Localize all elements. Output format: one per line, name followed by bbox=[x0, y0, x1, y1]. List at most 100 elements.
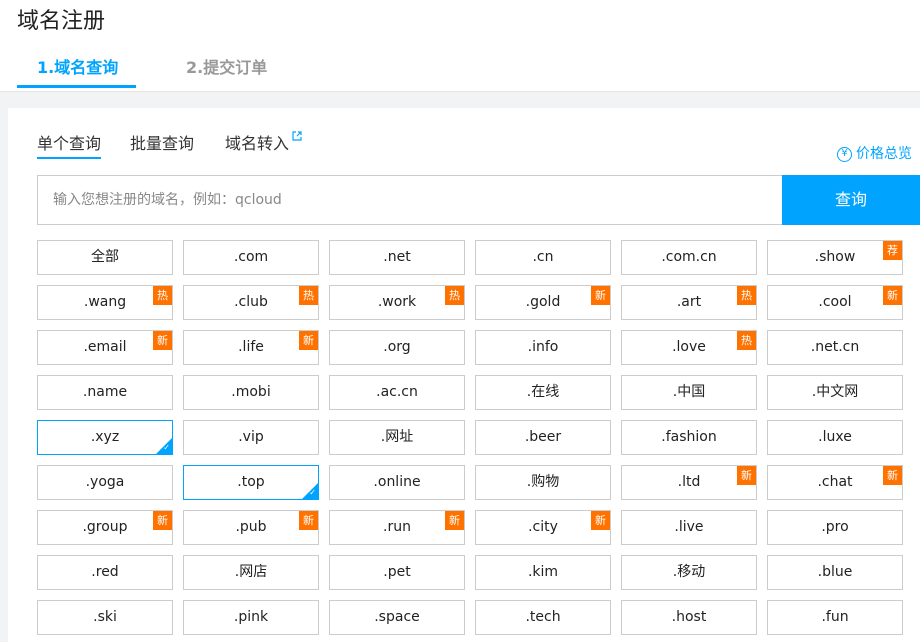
domain-option[interactable]: .life 新 bbox=[183, 330, 319, 365]
domain-option-label: .com bbox=[233, 249, 269, 265]
domain-option[interactable]: .fun bbox=[767, 600, 903, 635]
domain-option[interactable]: .run 新 bbox=[329, 510, 465, 545]
domain-option[interactable]: .email 新 bbox=[37, 330, 173, 365]
domain-option-label: .host bbox=[671, 609, 707, 625]
domain-option-label: .ski bbox=[93, 609, 117, 625]
domain-option-label: .blue bbox=[817, 564, 853, 580]
domain-option[interactable]: .tech bbox=[475, 600, 611, 635]
domain-option-label: .beer bbox=[524, 429, 562, 445]
domain-option-label: .kim bbox=[527, 564, 559, 580]
tab-single-query[interactable]: 单个查询 bbox=[37, 134, 101, 154]
domain-option-label: .wang bbox=[83, 294, 127, 310]
domain-option[interactable]: .luxe bbox=[767, 420, 903, 455]
active-tab-indicator bbox=[37, 157, 101, 159]
domain-option[interactable]: .top ✓ bbox=[183, 465, 319, 500]
domain-option-label: .网店 bbox=[234, 564, 268, 580]
domain-option[interactable]: .pro bbox=[767, 510, 903, 545]
domain-option[interactable]: .group 新 bbox=[37, 510, 173, 545]
domain-option[interactable]: .在线 bbox=[475, 375, 611, 410]
domain-option[interactable]: .中文网 bbox=[767, 375, 903, 410]
domain-option[interactable]: .art 热 bbox=[621, 285, 757, 320]
domain-option-label: .chat bbox=[817, 474, 853, 490]
tag-badge: 热 bbox=[737, 331, 756, 350]
domain-option[interactable]: .fashion bbox=[621, 420, 757, 455]
domain-option[interactable]: .love 热 bbox=[621, 330, 757, 365]
domain-option[interactable]: .vip bbox=[183, 420, 319, 455]
domain-option[interactable]: .wang 热 bbox=[37, 285, 173, 320]
domain-option-label: .fashion bbox=[661, 429, 717, 445]
domain-option[interactable]: .移动 bbox=[621, 555, 757, 590]
domain-search-input[interactable]: 输入您想注册的域名，例如：qcloud bbox=[37, 175, 782, 225]
domain-option-label: .club bbox=[234, 294, 268, 310]
domain-option[interactable]: .work 热 bbox=[329, 285, 465, 320]
domain-option[interactable]: .ltd 新 bbox=[621, 465, 757, 500]
tag-badge: 新 bbox=[299, 511, 318, 530]
step-submit-order[interactable]: 2.提交订单 bbox=[186, 58, 267, 78]
tag-badge: 新 bbox=[445, 511, 464, 530]
domain-option-label: .online bbox=[373, 474, 421, 490]
domain-option[interactable]: .show 荐 bbox=[767, 240, 903, 275]
domain-option[interactable]: .com bbox=[183, 240, 319, 275]
tag-badge: 新 bbox=[883, 286, 902, 305]
domain-option-label: .run bbox=[383, 519, 411, 535]
domain-option[interactable]: .cn bbox=[475, 240, 611, 275]
domain-option-label: .pet bbox=[383, 564, 411, 580]
domain-option-label: .vip bbox=[238, 429, 264, 445]
domain-option[interactable]: .kim bbox=[475, 555, 611, 590]
domain-option-label: .ltd bbox=[677, 474, 701, 490]
domain-option[interactable]: .购物 bbox=[475, 465, 611, 500]
search-button[interactable]: 查询 bbox=[782, 175, 920, 225]
domain-option-label: .pub bbox=[235, 519, 267, 535]
domain-option-label: .work bbox=[377, 294, 417, 310]
domain-option[interactable]: .net.cn bbox=[767, 330, 903, 365]
domain-option-label: .gold bbox=[525, 294, 561, 310]
domain-option[interactable]: .网店 bbox=[183, 555, 319, 590]
domain-option[interactable]: .中国 bbox=[621, 375, 757, 410]
domain-option-label: .info bbox=[527, 339, 559, 355]
price-overview-link[interactable]: ¥ 价格总览 bbox=[837, 145, 912, 163]
domain-option[interactable]: .pet bbox=[329, 555, 465, 590]
domain-option[interactable]: .yoga bbox=[37, 465, 173, 500]
domain-option[interactable]: .pub 新 bbox=[183, 510, 319, 545]
domain-option-label: .中国 bbox=[672, 384, 706, 400]
domain-option[interactable]: .ski bbox=[37, 600, 173, 635]
domain-option[interactable]: .online bbox=[329, 465, 465, 500]
price-overview-label: 价格总览 bbox=[856, 146, 912, 162]
domain-option[interactable]: .cool 新 bbox=[767, 285, 903, 320]
domain-option-label: .art bbox=[676, 294, 702, 310]
tag-badge: 热 bbox=[153, 286, 172, 305]
tab-batch-query[interactable]: 批量查询 bbox=[130, 134, 194, 154]
domain-option[interactable]: .pink bbox=[183, 600, 319, 635]
domain-option[interactable]: .chat 新 bbox=[767, 465, 903, 500]
domain-option[interactable]: .red bbox=[37, 555, 173, 590]
domain-option[interactable]: .ac.cn bbox=[329, 375, 465, 410]
domain-option[interactable]: .org bbox=[329, 330, 465, 365]
tab-domain-transfer[interactable]: 域名转入 bbox=[225, 134, 289, 154]
domain-option[interactable]: .com.cn bbox=[621, 240, 757, 275]
domain-option[interactable]: 全部 bbox=[37, 240, 173, 275]
yen-circle-icon: ¥ bbox=[837, 146, 852, 162]
tag-badge: 新 bbox=[737, 466, 756, 485]
domain-option[interactable]: .live bbox=[621, 510, 757, 545]
domain-option[interactable]: .blue bbox=[767, 555, 903, 590]
domain-option[interactable]: .info bbox=[475, 330, 611, 365]
domain-option[interactable]: .网址 bbox=[329, 420, 465, 455]
domain-option[interactable]: .host bbox=[621, 600, 757, 635]
domain-option[interactable]: .club 热 bbox=[183, 285, 319, 320]
tag-badge: 新 bbox=[299, 331, 318, 350]
domain-option-label: .email bbox=[83, 339, 127, 355]
domain-option[interactable]: .mobi bbox=[183, 375, 319, 410]
tag-badge: 新 bbox=[591, 511, 610, 530]
domain-option-label: .yoga bbox=[85, 474, 125, 490]
domain-option-label: .net bbox=[383, 249, 411, 265]
external-link-icon bbox=[292, 131, 302, 141]
domain-option[interactable]: .beer bbox=[475, 420, 611, 455]
domain-option[interactable]: .city 新 bbox=[475, 510, 611, 545]
domain-option[interactable]: .name bbox=[37, 375, 173, 410]
domain-option[interactable]: .xyz ✓ bbox=[37, 420, 173, 455]
domain-option[interactable]: .net bbox=[329, 240, 465, 275]
step-domain-query[interactable]: 1.域名查询 bbox=[37, 58, 118, 78]
domain-option[interactable]: .gold 新 bbox=[475, 285, 611, 320]
tag-badge: 热 bbox=[737, 286, 756, 305]
domain-option[interactable]: .space bbox=[329, 600, 465, 635]
